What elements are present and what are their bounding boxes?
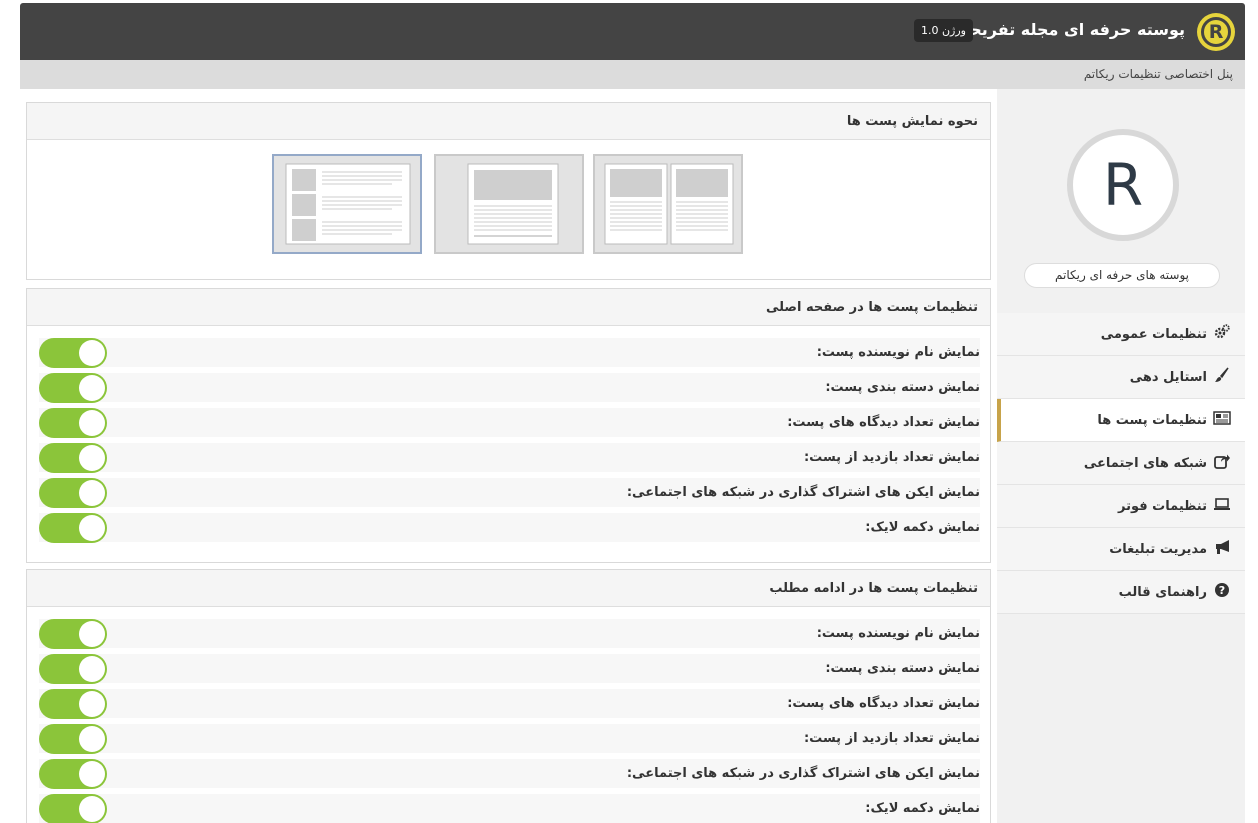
toggle-switch[interactable]: [39, 794, 107, 823]
layout-panel-title: نحوه نمایش پست ها: [27, 103, 990, 140]
sidebar-item-footer[interactable]: تنظیمات فوتر: [997, 485, 1245, 528]
toggle-switch[interactable]: [39, 373, 107, 403]
sidebar-menu: تنظیمات عمومی استایل دهی تنظیمات پست ها …: [997, 313, 1245, 614]
toggle-knob: [79, 761, 105, 787]
app-title: پوسته حرفه ای مجله تفریحی: [954, 20, 1185, 39]
share-icon: [1211, 453, 1233, 473]
settings-app: R پوسته حرفه ای مجله تفریحی ورژن 1.0 پنل…: [20, 3, 1245, 823]
top-bar: R پوسته حرفه ای مجله تفریحی ورژن 1.0: [20, 3, 1245, 60]
layout-option-two-column[interactable]: [593, 154, 743, 254]
setting-row: نمایش دکمه لایک:: [39, 794, 980, 823]
bullhorn-icon: [1211, 539, 1233, 559]
toggle-knob: [79, 375, 105, 401]
setting-label: نمایش نام نویسنده پست:: [816, 345, 980, 360]
layout-option-list[interactable]: [272, 154, 422, 254]
sidebar-item-label: شبکه های اجتماعی: [1083, 455, 1207, 471]
sidebar-item-ads[interactable]: مدیریت تبلیغات: [997, 528, 1245, 571]
sidebar: R پوسته های حرفه ای ریکاتم تنظیمات عمومی…: [997, 89, 1245, 823]
sidebar-item-help[interactable]: ? راهنمای قالب: [997, 571, 1245, 614]
gears-icon: [1211, 324, 1233, 344]
sidebar-item-styling[interactable]: استایل دهی: [997, 356, 1245, 399]
setting-row: نمایش تعداد بازدید از پست:: [39, 724, 980, 754]
toggle-knob: [79, 691, 105, 717]
setting-row: نمایش تعداد بازدید از پست:: [39, 443, 980, 473]
sidebar-item-post-settings[interactable]: تنظیمات پست ها: [997, 399, 1245, 442]
setting-label: نمایش ایکن های اشتراک گذاری در شبکه های …: [626, 485, 980, 500]
toggle-switch[interactable]: [39, 443, 107, 473]
toggle-switch[interactable]: [39, 654, 107, 684]
setting-row: نمایش دسته بندی پست:: [39, 373, 980, 403]
avatar: R: [1067, 129, 1179, 241]
setting-label: نمایش تعداد دیدگاه های پست:: [787, 696, 980, 711]
sidebar-item-label: تنظیمات فوتر: [1118, 498, 1207, 514]
sidebar-item-label: استایل دهی: [1129, 369, 1207, 385]
toggle-switch[interactable]: [39, 619, 107, 649]
setting-row: نمایش ایکن های اشتراک گذاری در شبکه های …: [39, 478, 980, 508]
setting-row: نمایش نام نویسنده پست:: [39, 338, 980, 368]
svg-text:?: ?: [1219, 584, 1225, 597]
setting-row: نمایش دسته بندی پست:: [39, 654, 980, 684]
setting-label: نمایش تعداد دیدگاه های پست:: [787, 415, 980, 430]
toggle-switch[interactable]: [39, 478, 107, 508]
sidebar-item-general[interactable]: تنظیمات عمومی: [997, 313, 1245, 356]
version-badge: ورژن 1.0: [913, 19, 973, 42]
setting-row: نمایش نام نویسنده پست:: [39, 619, 980, 649]
sub-header-text: پنل اختصاصی تنظیمات ریکاتم: [1083, 67, 1233, 81]
sub-header: پنل اختصاصی تنظیمات ریکاتم: [20, 60, 1245, 89]
setting-label: نمایش نام نویسنده پست:: [816, 626, 980, 641]
home-settings-panel: تنظیمات پست ها در صفحه اصلی نمایش نام نو…: [26, 288, 991, 563]
toggle-switch[interactable]: [39, 338, 107, 368]
home-settings-list: نمایش نام نویسنده پست: نمایش دسته بندی پ…: [27, 326, 990, 543]
single-settings-panel: تنظیمات پست ها در ادامه مطلب نمایش نام ن…: [26, 569, 991, 823]
setting-row: نمایش تعداد دیدگاه های پست:: [39, 408, 980, 438]
layout-panel: نحوه نمایش پست ها: [26, 102, 991, 280]
setting-row: نمایش ایکن های اشتراک گذاری در شبکه های …: [39, 759, 980, 789]
toggle-knob: [79, 515, 105, 541]
sidebar-item-label: تنظیمات عمومی: [1100, 326, 1207, 342]
setting-label: نمایش دسته بندی پست:: [825, 661, 980, 676]
sidebar-item-label: راهنمای قالب: [1118, 584, 1207, 600]
setting-row: نمایش دکمه لایک:: [39, 513, 980, 543]
single-settings-title: تنظیمات پست ها در ادامه مطلب: [27, 570, 990, 607]
toggle-knob: [79, 621, 105, 647]
toggle-knob: [79, 410, 105, 436]
toggle-switch[interactable]: [39, 408, 107, 438]
newspaper-icon: [1211, 411, 1233, 429]
toggle-switch[interactable]: [39, 689, 107, 719]
setting-label: نمایش دسته بندی پست:: [825, 380, 980, 395]
logo: R: [1197, 13, 1235, 51]
toggle-switch[interactable]: [39, 759, 107, 789]
setting-label: نمایش تعداد بازدید از پست:: [803, 450, 980, 465]
toggle-knob: [79, 480, 105, 506]
single-settings-list: نمایش نام نویسنده پست: نمایش دسته بندی پ…: [27, 607, 990, 823]
question-circle-icon: ?: [1211, 582, 1233, 602]
toggle-knob: [79, 796, 105, 822]
laptop-icon: [1211, 497, 1233, 515]
toggle-knob: [79, 656, 105, 682]
setting-label: نمایش دکمه لایک:: [865, 520, 980, 535]
toggle-switch[interactable]: [39, 724, 107, 754]
profile-name: پوسته های حرفه ای ریکاتم: [1024, 263, 1220, 288]
toggle-knob: [79, 340, 105, 366]
brush-icon: [1211, 367, 1233, 387]
setting-label: نمایش دکمه لایک:: [865, 801, 980, 816]
layout-option-full-width[interactable]: [434, 154, 584, 254]
toggle-knob: [79, 726, 105, 752]
setting-label: نمایش ایکن های اشتراک گذاری در شبکه های …: [626, 766, 980, 781]
sidebar-item-label: مدیریت تبلیغات: [1109, 541, 1207, 557]
logo-letter: R: [1201, 17, 1231, 47]
setting-row: نمایش تعداد دیدگاه های پست:: [39, 689, 980, 719]
setting-label: نمایش تعداد بازدید از پست:: [803, 731, 980, 746]
layout-options: [27, 140, 990, 280]
toggle-knob: [79, 445, 105, 471]
sidebar-item-social[interactable]: شبکه های اجتماعی: [997, 442, 1245, 485]
home-settings-title: تنظیمات پست ها در صفحه اصلی: [27, 289, 990, 326]
toggle-switch[interactable]: [39, 513, 107, 543]
sidebar-item-label: تنظیمات پست ها: [1097, 412, 1207, 428]
